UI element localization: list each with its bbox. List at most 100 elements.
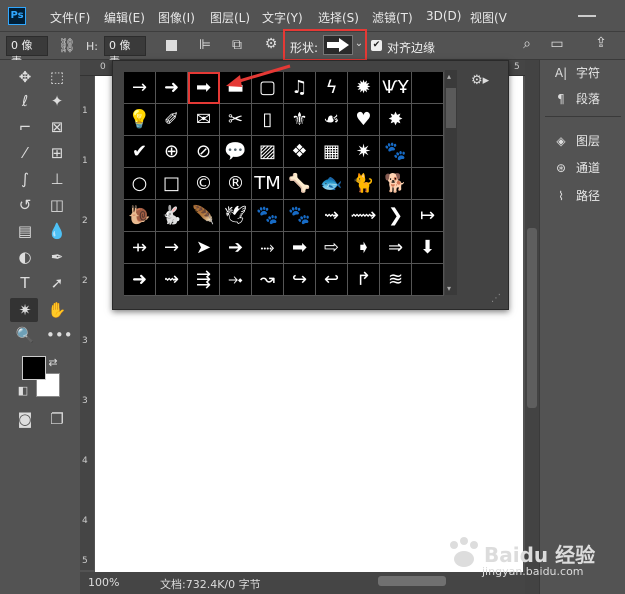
- shape-cell[interactable]: ⚜: [284, 104, 316, 136]
- shape-cell[interactable]: [412, 136, 444, 168]
- shape-cell[interactable]: 💡: [124, 104, 156, 136]
- shape-cell[interactable]: ▯: [252, 104, 284, 136]
- menu-3d[interactable]: 3D(D): [426, 9, 461, 23]
- shape-cell[interactable]: [412, 264, 444, 296]
- zoom-level[interactable]: 100%: [88, 576, 119, 589]
- workspace-icon[interactable]: ▭: [548, 36, 566, 52]
- align-edges-checkbox[interactable]: ✔: [371, 40, 382, 51]
- swap-colors-icon[interactable]: ⇄: [46, 352, 60, 374]
- shape-cell[interactable]: ⇝: [316, 200, 348, 232]
- crop-tool-icon[interactable]: ⌐: [14, 116, 36, 138]
- picker-scrollbar-thumb[interactable]: [446, 88, 456, 128]
- shape-cell[interactable]: ®: [220, 168, 252, 200]
- shape-cell[interactable]: ❖: [284, 136, 316, 168]
- shape-cell[interactable]: ✷: [348, 136, 380, 168]
- panel-character[interactable]: A| 字符: [552, 64, 600, 88]
- menu-select[interactable]: 选择(S): [318, 9, 359, 26]
- shape-cell[interactable]: ↦: [412, 200, 444, 232]
- panel-channels[interactable]: ⊛ 通道: [552, 159, 600, 183]
- shape-cell[interactable]: ⇨: [316, 232, 348, 264]
- patch-tool-icon[interactable]: ⊞: [46, 142, 68, 164]
- shape-cell[interactable]: ✔: [124, 136, 156, 168]
- minimize-button[interactable]: [578, 15, 596, 17]
- menu-layer[interactable]: 图层(L): [210, 9, 250, 26]
- shape-cell[interactable]: [412, 104, 444, 136]
- shape-cell[interactable]: [412, 168, 444, 200]
- shape-cell[interactable]: ⇝: [156, 264, 188, 296]
- width-field[interactable]: 0 像素: [6, 36, 48, 68]
- shape-cell[interactable]: ≋: [380, 264, 412, 296]
- horizontal-scrollbar-thumb[interactable]: [378, 576, 446, 586]
- eraser-tool-icon[interactable]: ◫: [46, 194, 68, 216]
- shape-cell[interactable]: ↪: [284, 264, 316, 296]
- path-selection-tool-icon[interactable]: ➚: [46, 272, 68, 294]
- search-icon[interactable]: ⌕: [518, 36, 536, 52]
- shape-cell[interactable]: ♥: [348, 104, 380, 136]
- lasso-tool-icon[interactable]: ℓ: [14, 90, 36, 112]
- shape-cell[interactable]: ✹: [348, 72, 380, 104]
- shape-cell[interactable]: ⬇: [412, 232, 444, 264]
- pen-tool-icon[interactable]: ✒: [46, 246, 68, 268]
- shape-cell[interactable]: ○: [124, 168, 156, 200]
- shape-cell[interactable]: ✉: [188, 104, 220, 136]
- shape-cell[interactable]: 💬: [220, 136, 252, 168]
- more-tools-icon[interactable]: •••: [46, 324, 73, 346]
- panel-layers[interactable]: ◈ 图层: [552, 132, 600, 156]
- menu-type[interactable]: 文字(Y): [262, 9, 303, 26]
- custom-shape-tool-icon[interactable]: ✷: [14, 299, 36, 321]
- shape-cell[interactable]: ⤞: [220, 264, 252, 296]
- resize-grip-icon[interactable]: ⋰: [491, 293, 501, 304]
- shape-cell[interactable]: 🕊: [220, 200, 252, 232]
- shape-cell[interactable]: →: [156, 232, 188, 264]
- hand-tool-icon[interactable]: ✋: [46, 299, 68, 321]
- picker-scroll-down-icon[interactable]: ▾: [447, 284, 451, 293]
- shape-cell[interactable]: ➧: [348, 232, 380, 264]
- shape-cell[interactable]: 🐈: [348, 168, 380, 200]
- shape-cell[interactable]: 🐌: [124, 200, 156, 232]
- foreground-color-swatch[interactable]: [22, 356, 46, 380]
- shape-cell[interactable]: ©: [188, 168, 220, 200]
- shape-cell[interactable]: ☙: [316, 104, 348, 136]
- shape-cell[interactable]: ⇒: [380, 232, 412, 264]
- zoom-tool-icon[interactable]: 🔍: [14, 324, 36, 346]
- path-arrangement-icon[interactable]: ⧉: [228, 37, 246, 53]
- shape-cell[interactable]: ↝: [252, 264, 284, 296]
- default-colors-icon[interactable]: ◧: [16, 380, 30, 402]
- shape-cell-selected[interactable]: ➡: [188, 72, 220, 104]
- shape-cell[interactable]: ↩: [316, 264, 348, 296]
- move-tool-icon[interactable]: ✥: [14, 66, 36, 88]
- shape-cell[interactable]: ⤑: [252, 232, 284, 264]
- quick-mask-icon[interactable]: ◙: [14, 408, 36, 430]
- shape-cell[interactable]: →: [124, 72, 156, 104]
- screen-mode-icon[interactable]: ❐: [46, 408, 68, 430]
- path-operations-icon[interactable]: [166, 40, 177, 51]
- shape-cell[interactable]: 🦴: [284, 168, 316, 200]
- shape-cell[interactable]: ⇸: [124, 232, 156, 264]
- shape-cell[interactable]: ϟ: [316, 72, 348, 104]
- eyedropper-tool-icon[interactable]: ⁄: [14, 142, 36, 164]
- frame-tool-icon[interactable]: ⊠: [46, 116, 68, 138]
- shape-cell[interactable]: ✐: [156, 104, 188, 136]
- shape-cell[interactable]: ➡: [284, 232, 316, 264]
- shape-cell[interactable]: ⊘: [188, 136, 220, 168]
- shape-cell[interactable]: ⊕: [156, 136, 188, 168]
- brush-tool-icon[interactable]: ∫: [14, 168, 36, 190]
- history-brush-tool-icon[interactable]: ↺: [14, 194, 36, 216]
- marquee-tool-icon[interactable]: ⬚: [46, 66, 68, 88]
- picker-settings-gear-icon[interactable]: ⚙▸: [471, 73, 489, 88]
- shape-cell[interactable]: 🐕: [380, 168, 412, 200]
- menu-view[interactable]: 视图(V: [470, 9, 507, 26]
- shape-cell[interactable]: ѰҰ: [380, 72, 412, 104]
- gear-icon[interactable]: ⚙: [262, 36, 280, 52]
- share-icon[interactable]: ⇪: [592, 35, 610, 51]
- shape-cell[interactable]: ❯: [380, 200, 412, 232]
- shape-cell[interactable]: □: [156, 168, 188, 200]
- panel-paths[interactable]: ⌇ 路径: [552, 187, 600, 211]
- shape-cell[interactable]: 🐇: [156, 200, 188, 232]
- shape-cell[interactable]: ✂: [220, 104, 252, 136]
- menu-image[interactable]: 图像(I): [158, 9, 195, 26]
- shape-cell[interactable]: 🐾: [380, 136, 412, 168]
- link-icon[interactable]: ⛓: [58, 38, 76, 54]
- shape-cell[interactable]: 🐾: [252, 200, 284, 232]
- panel-paragraph[interactable]: ¶ 段落: [552, 90, 600, 114]
